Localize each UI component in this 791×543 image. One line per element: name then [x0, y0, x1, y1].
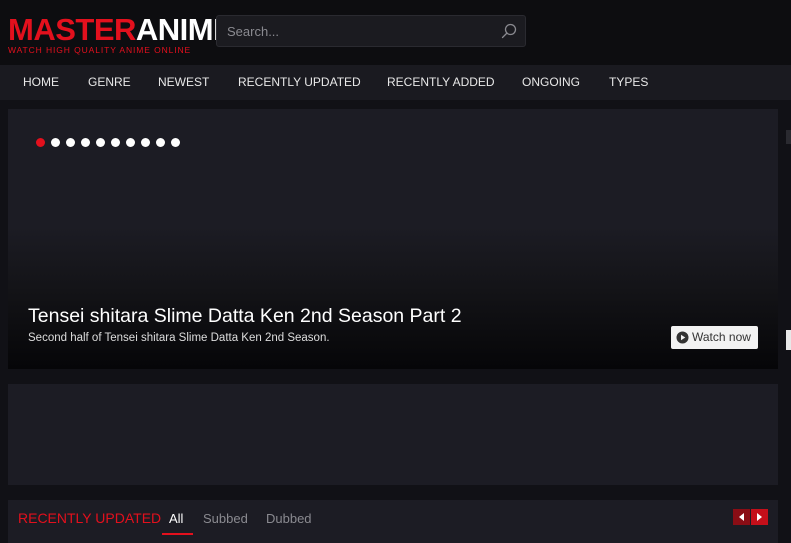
slider-dot[interactable]: [141, 138, 150, 147]
search-input[interactable]: [227, 16, 497, 46]
caret-left-icon: [739, 513, 744, 521]
slide-title[interactable]: Tensei shitara Slime Datta Ken 2nd Seaso…: [28, 305, 462, 328]
page-edge-tab: [786, 130, 791, 144]
slider-dot[interactable]: [36, 138, 45, 147]
watch-now-label: Watch now: [692, 330, 751, 344]
nav-ongoing[interactable]: ONGOING: [522, 65, 580, 100]
slider-dot[interactable]: [51, 138, 60, 147]
prev-button[interactable]: [733, 509, 750, 525]
slider-dot[interactable]: [81, 138, 90, 147]
caret-right-icon: [757, 513, 762, 521]
search-icon[interactable]: [501, 23, 517, 39]
slider-dot[interactable]: [111, 138, 120, 147]
active-tab-indicator: [162, 533, 193, 535]
play-circle-icon: [676, 331, 689, 344]
nav-genre[interactable]: GENRE: [88, 65, 131, 100]
slider-dot[interactable]: [66, 138, 75, 147]
nav-types[interactable]: TYPES: [609, 65, 648, 100]
tab-dubbed[interactable]: Dubbed: [266, 511, 312, 526]
slider-dot[interactable]: [96, 138, 105, 147]
main-nav: HOME GENRE NEWEST RECENTLY UPDATED RECEN…: [0, 65, 791, 100]
carousel-arrows: [733, 509, 768, 525]
slider-dot[interactable]: [156, 138, 165, 147]
section-title: RECENTLY UPDATED: [18, 510, 162, 526]
slider-dot[interactable]: [126, 138, 135, 147]
watch-now-button[interactable]: Watch now: [671, 326, 758, 349]
search-box: [216, 15, 526, 47]
site-logo[interactable]: MASTERANIME WATCH HIGH QUALITY ANIME ONL…: [8, 12, 234, 56]
logo-wordmark: MASTERANIME: [8, 12, 234, 47]
page-edge-tab: [786, 330, 791, 350]
nav-newest[interactable]: NEWEST: [158, 65, 209, 100]
next-button[interactable]: [751, 509, 768, 525]
logo-tagline: WATCH HIGH QUALITY ANIME ONLINE: [8, 45, 192, 55]
logo-red-text: MASTER: [8, 12, 136, 47]
recently-updated-section: RECENTLY UPDATED All Subbed Dubbed: [8, 500, 778, 543]
nav-recently-added[interactable]: RECENTLY ADDED: [387, 65, 495, 100]
featured-slider: Tensei shitara Slime Datta Ken 2nd Seaso…: [8, 109, 778, 369]
tab-subbed[interactable]: Subbed: [203, 511, 248, 526]
slide-description: Second half of Tensei shitara Slime Datt…: [28, 332, 330, 344]
nav-home[interactable]: HOME: [23, 65, 59, 100]
ad-banner-area: [8, 384, 778, 485]
nav-recently-updated[interactable]: RECENTLY UPDATED: [238, 65, 361, 100]
tab-all[interactable]: All: [169, 511, 183, 526]
site-header: MASTERANIME WATCH HIGH QUALITY ANIME ONL…: [0, 0, 791, 65]
slider-dot[interactable]: [171, 138, 180, 147]
